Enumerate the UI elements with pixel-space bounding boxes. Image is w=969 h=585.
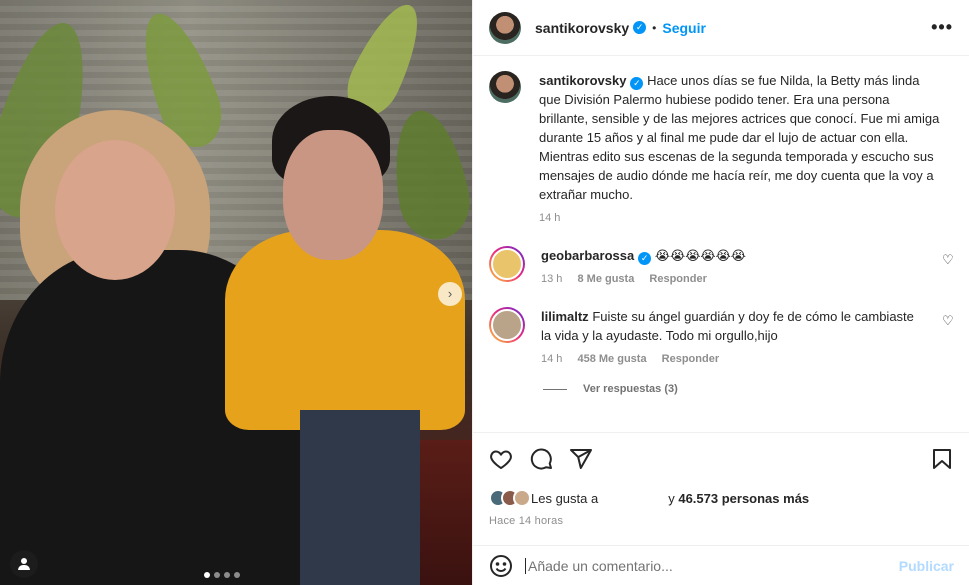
comment-meta: 13 h 8 Me gusta Responder [541,273,954,285]
share-icon[interactable] [569,447,593,471]
comment-likes[interactable]: 8 Me gusta [577,273,634,285]
carousel-next-button[interactable]: › [438,282,462,306]
bookmark-icon[interactable] [930,447,954,471]
author-username[interactable]: santikorovsky [535,20,629,36]
comment-text: 😭😭😭😭😭😭 [654,248,746,263]
more-options-icon[interactable]: ••• [931,17,953,38]
carousel-dot [204,572,210,578]
likes-summary[interactable]: Les gusta a y 46.573 personas más [489,485,954,511]
liked-by-prefix: Les gusta a [531,490,599,506]
heart-icon[interactable]: ♡ [942,253,954,266]
caption-row: santikorovsky ✓ Hace unos días se fue Nil… [489,71,954,224]
replies-line [543,388,567,390]
comment-item: lilimaltz Fuiste su ángel guardián y doy… [489,307,954,365]
carousel-dots [204,572,240,578]
post-header: santikorovsky ✓ • Seguir ••• [473,0,969,56]
post-photo[interactable]: › [0,0,472,585]
comment-input[interactable] [525,557,899,574]
caption-username[interactable]: santikorovsky [539,73,626,88]
verified-icon: ✓ [638,252,652,265]
comment-text-block: lilimaltz Fuiste su ángel guardián y doy… [541,307,954,345]
photo-person [283,130,383,260]
comment-text: Fuiste su ángel guardián y doy fe de cóm… [541,309,914,343]
view-replies-button[interactable]: Ver respuestas (3) [543,383,954,395]
comment-text-block: geobarbarossa ✓ 😭😭😭😭😭😭 [541,246,954,265]
view-replies-label: Ver respuestas (3) [583,383,678,395]
likes-count[interactable]: 46.573 personas más [678,491,809,506]
post-timestamp[interactable]: Hace 14 horas [489,515,954,527]
comment-meta: 14 h 458 Me gusta Responder [541,353,954,365]
action-icons [489,433,954,485]
comments-section[interactable]: santikorovsky ✓ Hace unos días se fue Nil… [473,57,969,432]
emoji-icon[interactable] [489,554,513,578]
separator-dot: • [652,20,657,35]
heart-icon[interactable] [489,447,513,471]
carousel-dot [234,572,240,578]
comment-username[interactable]: lilimaltz [541,309,589,324]
add-comment-bar: Publicar [473,545,969,585]
caption-time[interactable]: 14 h [539,212,560,224]
avatar[interactable] [489,307,525,343]
verified-icon: ✓ [630,77,644,90]
caption-meta: 14 h [539,212,954,224]
comment-username[interactable]: geobarbarossa [541,248,634,263]
avatar[interactable] [489,11,521,44]
comment-time[interactable]: 13 h [541,273,562,285]
publish-button[interactable]: Publicar [899,558,954,574]
post-caption: santikorovsky ✓ Hace unos días se fue Nil… [539,71,954,204]
photo-person [55,140,175,280]
reply-button[interactable]: Responder [662,353,719,365]
post-sidebar: santikorovsky ✓ • Seguir ••• santikorovs… [472,0,969,585]
avatar[interactable] [489,71,521,103]
follow-button[interactable]: Seguir [662,20,706,36]
carousel-dot [214,572,220,578]
verified-icon: ✓ [633,21,647,34]
comment-icon[interactable] [529,447,553,471]
avatar [513,489,531,507]
comment-time[interactable]: 14 h [541,353,562,365]
comment-item: geobarbarossa ✓ 😭😭😭😭😭😭 13 h 8 Me gusta Re… [489,246,954,285]
liked-by-avatars [489,489,531,507]
post-actions: Les gusta a y 46.573 personas más Hace 1… [473,432,969,527]
avatar[interactable] [489,246,525,282]
comment-likes[interactable]: 458 Me gusta [577,353,646,365]
liked-by-suffix: y [668,490,675,506]
photo-person [225,230,465,430]
user-icon [18,558,30,570]
caption-text: Hace unos días se fue Nilda, la Betty má… [539,73,940,202]
heart-icon[interactable]: ♡ [942,314,954,327]
photo-person [300,410,420,585]
tagged-users-button[interactable] [10,550,38,578]
carousel-dot [224,572,230,578]
reply-button[interactable]: Responder [649,273,706,285]
